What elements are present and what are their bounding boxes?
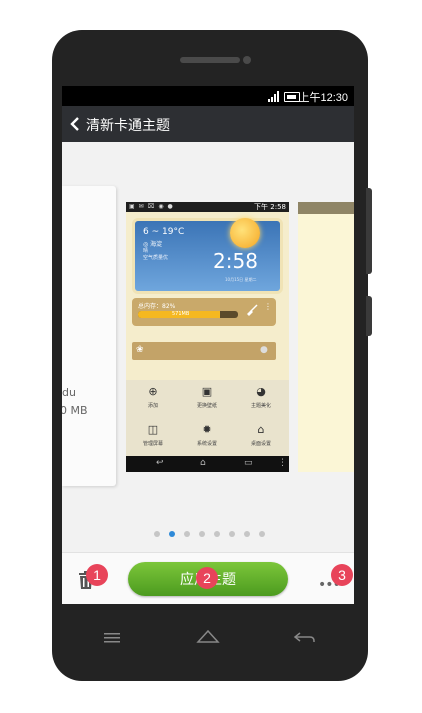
grid-cell: ◕ 主题美化 <box>234 380 288 418</box>
weather-temp: 6 ~ 19°C <box>143 227 185 237</box>
preview-status-time: 下午 2:58 <box>254 203 286 211</box>
add-icon: ⊕ <box>148 385 158 398</box>
speaker-grille <box>180 57 240 63</box>
page-indicator <box>154 531 274 539</box>
preview-status-bar: ▣ ✉ ⌧ ◉ ● 下午 2:58 <box>126 202 289 212</box>
sun-icon <box>230 218 260 248</box>
menu-key-icon[interactable] <box>100 628 124 646</box>
gear-icon: ✹ <box>202 423 212 436</box>
grid-label: 桌面设置 <box>250 441 271 447</box>
annotation-badge-3: 3 <box>331 564 353 586</box>
memory-bar-label: 571MB <box>172 311 190 317</box>
preview-status-icons: ▣ ✉ ⌧ ◉ ● <box>129 203 174 210</box>
page-dot <box>169 531 175 537</box>
page-dot <box>259 531 265 537</box>
preview-home-icon: ⌂ <box>200 458 206 468</box>
hardware-nav-bar <box>62 604 354 678</box>
preview-recent-icon: ▭ <box>244 458 253 468</box>
grid-label: 管理屏幕 <box>142 441 163 447</box>
preview-back-icon: ↩ <box>156 458 164 468</box>
theme-carousel[interactable]: du 0 MB ▣ ✉ ⌧ ◉ ● 下午 2:58 6 ~ 19°C ◎ 海淀 … <box>62 142 354 552</box>
prev-card-size: 0 MB <box>62 404 88 417</box>
paw-icon: ❀ <box>136 345 144 355</box>
mic-icon: ● <box>260 345 268 355</box>
wallpaper-icon: ▣ <box>201 385 213 398</box>
screen: 上午12:30 清新卡通主题 du 0 MB ▣ ✉ ⌧ ◉ ● 下午 2:58… <box>62 86 354 604</box>
broom-icon <box>247 304 258 316</box>
page-dot <box>214 531 220 537</box>
page-title: 清新卡通主题 <box>86 118 170 134</box>
page-dot <box>184 531 190 537</box>
palette-icon: ◕ <box>256 385 266 398</box>
page-dot <box>244 531 250 537</box>
annotation-badge-2: 2 <box>196 567 218 589</box>
power-button <box>366 296 372 336</box>
grid-cell: ▣ 更换壁纸 <box>180 380 234 418</box>
next-card-header <box>298 202 354 214</box>
grid-label: 系统设置 <box>196 441 217 447</box>
back-key-icon[interactable] <box>292 628 316 646</box>
weather-date: 10月15日 星期二 <box>225 277 257 282</box>
more-vert-icon: ⋮ <box>264 302 272 311</box>
prev-card-text: du <box>62 386 76 399</box>
grid-label: 添加 <box>147 403 158 409</box>
grid-cell: ◫ 管理屏幕 <box>126 418 180 456</box>
memory-label: 总内存：82% <box>138 303 176 310</box>
screen-manage-icon: ◫ <box>147 423 159 436</box>
grid-cell: ⌂ 桌面设置 <box>234 418 288 456</box>
grid-label: 主题美化 <box>250 403 271 409</box>
page-dot <box>199 531 205 537</box>
preview-menu-icon: ⋮ <box>278 458 287 468</box>
grid-cell: ✹ 系统设置 <box>180 418 234 456</box>
weather-condition: 晴 <box>143 248 149 254</box>
home-key-icon[interactable] <box>196 628 220 646</box>
page-dot <box>229 531 235 537</box>
page-dot <box>154 531 160 537</box>
signal-icon <box>268 91 279 102</box>
back-arrow-icon[interactable] <box>68 116 82 132</box>
annotation-badge-1: 1 <box>86 564 108 586</box>
weather-widget: 6 ~ 19°C ◎ 海淀 晴 空气质量优 2:58 10月15日 星期二 <box>132 218 283 294</box>
preview-nav-bar: ↩ ⌂ ▭ ⋮ <box>126 456 289 472</box>
search-widget: ❀ ● <box>132 342 276 360</box>
memory-widget: 总内存：82% 571MB ⋮ <box>132 298 276 326</box>
next-theme-card[interactable] <box>298 202 354 472</box>
volume-button <box>366 188 372 274</box>
grid-label: 更换壁纸 <box>196 403 217 409</box>
theme-preview-image[interactable]: ▣ ✉ ⌧ ◉ ● 下午 2:58 6 ~ 19°C ◎ 海淀 晴 空气质量优 … <box>126 202 289 472</box>
front-camera <box>243 56 251 64</box>
prev-theme-card[interactable]: du 0 MB <box>62 186 116 486</box>
home-icon: ⌂ <box>257 423 265 436</box>
weather-clock: 2:58 <box>213 249 258 273</box>
title-bar: 清新卡通主题 <box>62 106 354 142</box>
grid-cell: ⊕ 添加 <box>126 380 180 418</box>
weather-air: 空气质量优 <box>143 255 169 261</box>
shortcut-grid: ⊕ 添加 ▣ 更换壁纸 ◕ 主题美化 ◫ 管理屏幕 ✹ 系统设置 ⌂ 桌面设置 <box>126 380 289 456</box>
status-time: 上午12:30 <box>298 92 348 104</box>
status-bar: 上午12:30 <box>62 86 354 106</box>
